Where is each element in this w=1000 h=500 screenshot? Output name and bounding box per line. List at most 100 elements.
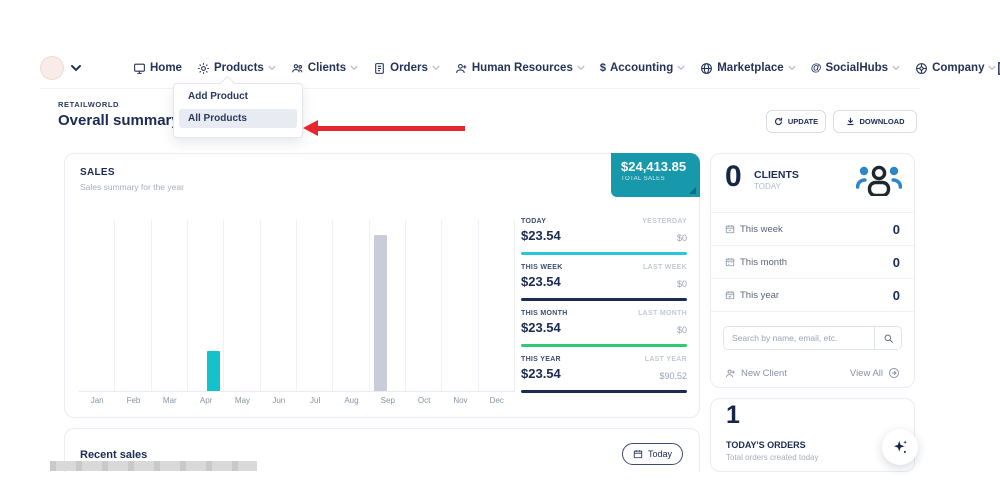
gear-icon <box>197 62 210 75</box>
chart-x-label: Aug <box>333 396 369 405</box>
globe-icon <box>700 62 713 75</box>
chart-gridline <box>332 220 333 391</box>
person-add-icon <box>725 368 736 379</box>
people-icon <box>291 62 304 75</box>
at-icon: @ <box>811 62 822 74</box>
stat-label: THIS MONTH <box>521 310 568 317</box>
sales-stats: TODAYYESTERDAY $23.54$0 THIS WEEK LAST WE… <box>521 218 687 402</box>
period-value: 0 <box>893 222 900 237</box>
chart-gridline <box>514 220 515 391</box>
client-search-button[interactable] <box>874 327 901 349</box>
monitor-icon <box>133 62 146 75</box>
nav-item-products[interactable]: Products <box>197 62 276 75</box>
clients-today-count: 0 <box>725 160 742 194</box>
chart-gridline <box>405 220 406 391</box>
stat-row-this-week: THIS WEEKLAST WEEK $23.54$0 <box>521 264 687 301</box>
stat-value: $23.54 <box>521 366 561 381</box>
chevron-down-icon <box>677 65 685 71</box>
clients-row-this-week: This week 0 <box>711 213 914 246</box>
nav-item-human-resources[interactable]: Human Resources <box>455 62 585 75</box>
download-button[interactable]: DOWNLOAD <box>833 110 917 133</box>
chart-x-label: May <box>224 396 260 405</box>
page-title: Overall summary <box>58 112 180 129</box>
dashboard-page: Home Products Clients Orders Human Resou… <box>0 0 1000 500</box>
chart-bar-sep-last-year <box>374 235 387 391</box>
sparkle-action-button[interactable] <box>882 429 918 465</box>
period-label: This year <box>740 290 779 301</box>
nav-label: Home <box>150 62 182 74</box>
nav-item-company[interactable]: Company <box>915 62 996 75</box>
arrow-head <box>303 120 318 136</box>
download-icon <box>846 117 855 126</box>
chart-gridline <box>369 220 370 391</box>
clipboard-icon <box>373 62 386 75</box>
new-client-link[interactable]: New Client <box>725 368 787 379</box>
chart-x-label: Apr <box>188 396 224 405</box>
chart-gridline <box>114 220 115 391</box>
nav-item-marketplace[interactable]: Marketplace <box>700 62 795 75</box>
recent-sales-title: Recent sales <box>80 449 147 461</box>
clients-period-list: This week 0 This month 0 This year 0 <box>711 212 914 312</box>
calendar-icon <box>725 224 735 234</box>
company-wheel-icon <box>915 62 928 75</box>
nav-item-home[interactable]: Home <box>133 62 182 75</box>
chevron-down-icon <box>892 65 900 71</box>
total-sales-label: TOTAL SALES <box>621 176 700 182</box>
workspace-switcher[interactable] <box>40 56 81 80</box>
dollar-icon: $ <box>600 62 606 74</box>
client-search-input[interactable] <box>724 327 874 349</box>
chart-gridline <box>151 220 152 391</box>
period-label: This week <box>740 224 783 235</box>
chart-x-label: Jan <box>79 396 115 405</box>
chart-gridline <box>223 220 224 391</box>
stat-row-today: TODAYYESTERDAY $23.54$0 <box>521 218 687 255</box>
today-filter-button[interactable]: Today <box>622 443 683 465</box>
sales-chart-plot <box>79 220 515 392</box>
chart-x-label: Jul <box>297 396 333 405</box>
chevron-down-icon <box>988 65 996 71</box>
view-all-link[interactable]: View All <box>850 367 900 379</box>
chevron-down-icon <box>350 65 358 71</box>
new-client-label: New Client <box>741 368 787 379</box>
orders-card-title: TODAY'S ORDERS <box>726 440 806 450</box>
stat-value: $23.54 <box>521 274 561 289</box>
nav-label: Human Resources <box>472 62 573 74</box>
stat-label: THIS WEEK <box>521 264 563 271</box>
chart-gridline <box>187 220 188 391</box>
total-sales-amount: $24,413.85 <box>621 159 700 174</box>
nav-actions: ? <box>996 57 1000 79</box>
sparkle-icon <box>891 438 909 456</box>
stat-compare-label: LAST WEEK <box>643 264 687 271</box>
stat-row-this-month: THIS MONTHLAST MONTH $23.54$0 <box>521 310 687 347</box>
view-all-label: View All <box>850 368 883 379</box>
chart-x-label: Nov <box>442 396 478 405</box>
nav-item-socialhubs[interactable]: @ SocialHubs <box>811 62 900 74</box>
refresh-icon <box>774 117 783 126</box>
stat-row-this-year: THIS YEARLAST YEAR $23.54$90.52 <box>521 356 687 393</box>
nav-item-accounting[interactable]: $ Accounting <box>600 62 685 74</box>
clients-card-subtitle: TODAY <box>754 182 781 191</box>
update-button[interactable]: UPDATE <box>766 110 826 133</box>
search-icon <box>883 333 894 344</box>
nav-label: Products <box>214 62 264 74</box>
notes-icon[interactable] <box>996 60 1000 77</box>
clients-row-this-year: This year 0 <box>711 279 914 312</box>
stat-underline <box>521 344 687 347</box>
nav-item-orders[interactable]: Orders <box>373 62 440 75</box>
chart-gridline <box>296 220 297 391</box>
logo <box>40 56 64 80</box>
nav-item-clients[interactable]: Clients <box>291 62 358 75</box>
period-value: 0 <box>893 255 900 270</box>
menu-item-all-products[interactable]: All Products <box>179 109 297 128</box>
chart-gridline <box>441 220 442 391</box>
stat-label: TODAY <box>521 218 546 225</box>
nav-menu: Home Products Clients Orders Human Resou… <box>133 62 996 75</box>
chart-x-label: Dec <box>479 396 515 405</box>
calendar-grid-icon <box>725 257 735 267</box>
calendar-icon <box>633 449 643 459</box>
annotation-arrow <box>303 120 465 136</box>
menu-item-add-product[interactable]: Add Product <box>174 84 302 106</box>
chevron-down-icon <box>577 65 585 71</box>
nav-label: SocialHubs <box>825 62 888 74</box>
clients-card: 0 CLIENTS TODAY This week 0 This month 0… <box>710 153 915 388</box>
